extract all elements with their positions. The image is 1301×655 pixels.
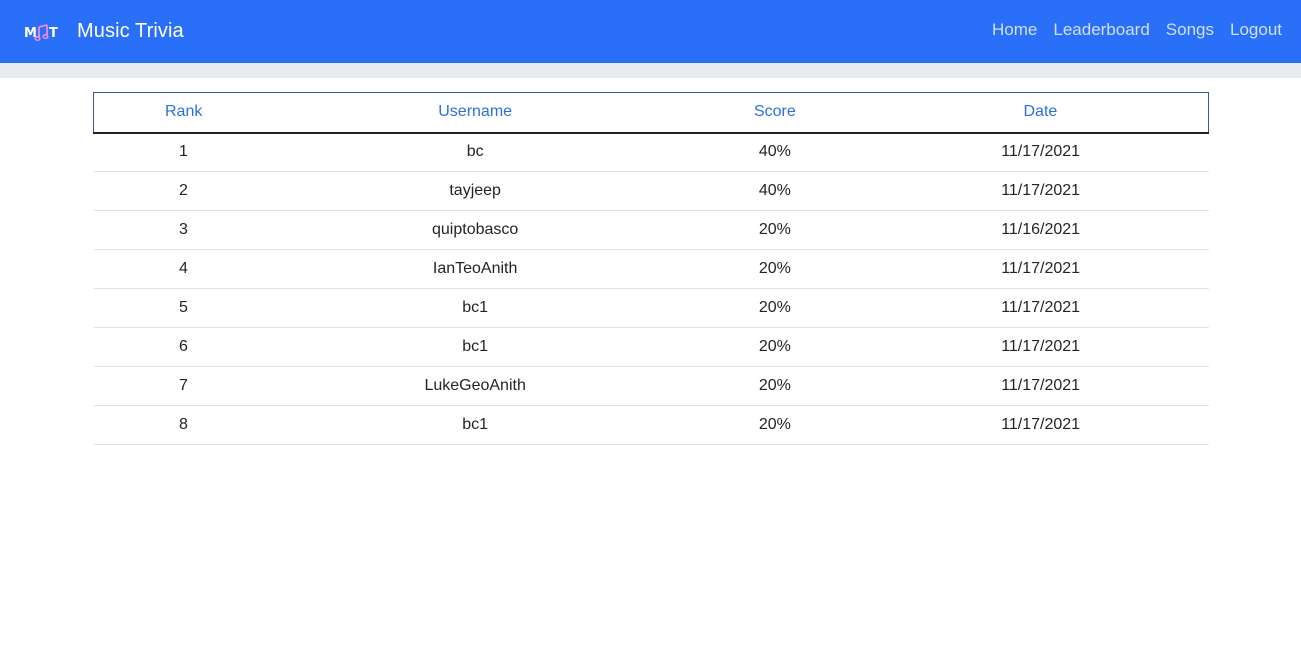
date-cell: 11/17/2021 xyxy=(1001,338,1081,355)
table-header-row: Rank Username Score Date xyxy=(93,92,1209,134)
rank-cell: 4 xyxy=(178,260,188,277)
nav-songs-link[interactable]: Songs xyxy=(1158,19,1222,41)
top-navbar: M T Music Trivia Home Leaderboard Songs … xyxy=(0,0,1301,63)
column-header-score[interactable]: Score xyxy=(676,92,873,134)
score-cell: 40% xyxy=(758,143,791,161)
date-cell: 11/17/2021 xyxy=(1001,143,1081,161)
nav-logout-link[interactable]: Logout xyxy=(1222,19,1282,41)
score-cell: 20% xyxy=(758,377,791,394)
rank-cell: 7 xyxy=(178,377,188,394)
date-cell: 11/17/2021 xyxy=(1001,416,1081,433)
username-cell: bc1 xyxy=(462,299,489,316)
main-nav: Home Leaderboard Songs Logout xyxy=(984,19,1282,41)
username-cell: bc1 xyxy=(462,416,489,433)
date-cell: 11/17/2021 xyxy=(1001,182,1081,199)
column-header-username[interactable]: Username xyxy=(273,92,677,134)
date-cell: 11/17/2021 xyxy=(1001,299,1081,316)
score-cell: 20% xyxy=(758,299,791,316)
rank-cell: 6 xyxy=(178,338,188,355)
table-row: 7 LukeGeoAnith 20% 11/17/2021 xyxy=(93,367,1209,406)
leaderboard-table: Rank Username Score Date 1 bc 40% 11/17/… xyxy=(93,92,1209,445)
date-cell: 11/17/2021 xyxy=(1001,377,1081,394)
column-header-rank[interactable]: Rank xyxy=(93,92,274,134)
date-cell: 11/17/2021 xyxy=(1001,260,1081,277)
username-cell: tayjeep xyxy=(449,182,501,199)
score-cell: 20% xyxy=(758,221,791,238)
table-row: 8 bc1 20% 11/17/2021 xyxy=(93,406,1209,445)
rank-cell: 8 xyxy=(178,416,188,433)
subheader-bar xyxy=(0,63,1301,78)
nav-leaderboard-link[interactable]: Leaderboard xyxy=(1045,19,1157,41)
username-cell: LukeGeoAnith xyxy=(424,377,526,394)
svg-text:T: T xyxy=(49,26,58,41)
table-row: 4 IanTeoAnith 20% 11/17/2021 xyxy=(93,250,1209,289)
table-row: 3 quiptobasco 20% 11/16/2021 xyxy=(93,211,1209,250)
rank-cell: 3 xyxy=(178,221,188,238)
score-cell: 20% xyxy=(758,416,791,433)
column-header-date[interactable]: Date xyxy=(872,92,1209,134)
score-cell: 20% xyxy=(758,260,791,277)
leaderboard-table-container: Rank Username Score Date 1 bc 40% 11/17/… xyxy=(93,92,1209,445)
table-row: 2 tayjeep 40% 11/17/2021 xyxy=(93,172,1209,211)
username-cell: quiptobasco xyxy=(432,221,519,238)
rank-cell: 5 xyxy=(178,299,188,316)
table-row: 5 bc1 20% 11/17/2021 xyxy=(93,289,1209,328)
table-row: 6 bc1 20% 11/17/2021 xyxy=(93,328,1209,367)
rank-cell: 2 xyxy=(178,182,188,199)
app-title: Music Trivia xyxy=(77,19,184,42)
music-note-logo-icon: M T xyxy=(24,16,60,46)
nav-home-link[interactable]: Home xyxy=(984,19,1045,41)
rank-cell: 1 xyxy=(178,143,188,161)
brand[interactable]: M T Music Trivia xyxy=(24,14,184,48)
username-cell: IanTeoAnith xyxy=(432,260,518,277)
username-cell: bc xyxy=(466,143,484,161)
date-cell: 11/16/2021 xyxy=(1001,221,1081,238)
table-row: 1 bc 40% 11/17/2021 xyxy=(93,133,1209,172)
score-cell: 40% xyxy=(758,182,791,199)
score-cell: 20% xyxy=(758,338,791,355)
username-cell: bc1 xyxy=(462,338,489,355)
